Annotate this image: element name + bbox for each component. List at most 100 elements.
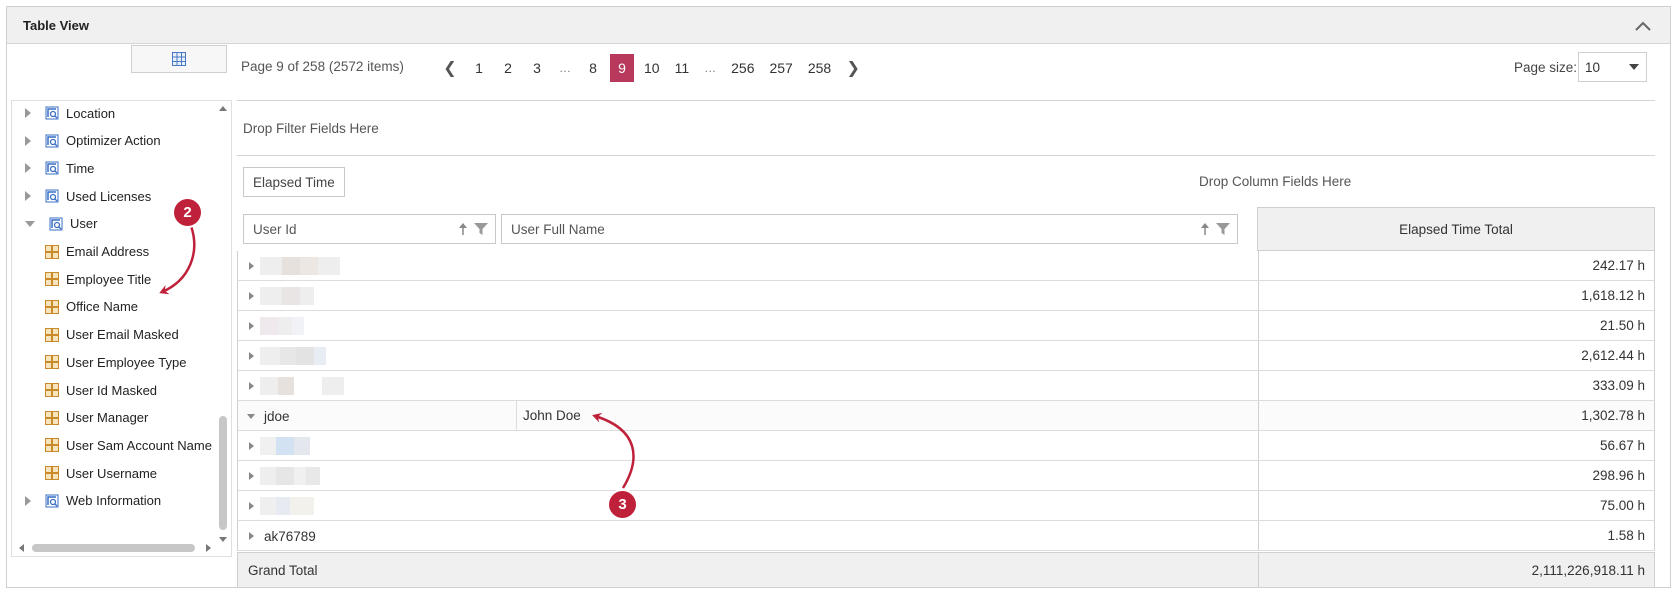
tree-item-user-id-masked[interactable]: User Id Masked bbox=[12, 379, 157, 401]
tree-item-label: User Email Masked bbox=[66, 327, 179, 343]
pager-current-page[interactable]: 9 bbox=[610, 54, 634, 82]
row-elapsed-time-value: 333.09 h bbox=[1258, 371, 1656, 400]
filter-drop-area[interactable]: Drop Filter Fields Here bbox=[237, 100, 1655, 156]
pager-page-3[interactable]: 3 bbox=[525, 54, 549, 82]
row-elapsed-time-value: 1.58 h bbox=[1258, 521, 1656, 550]
row-field-user-id[interactable]: User Id bbox=[243, 214, 496, 244]
pager-ellipsis: … bbox=[704, 61, 717, 75]
expand-icon[interactable] bbox=[25, 135, 31, 146]
row-expand-icon[interactable] bbox=[249, 352, 254, 360]
sort-ascending-icon[interactable] bbox=[1200, 222, 1210, 236]
redacted-value bbox=[260, 257, 340, 275]
tree-item-user-email-masked[interactable]: User Email Masked bbox=[12, 324, 179, 346]
expand-icon[interactable] bbox=[25, 163, 31, 174]
tree-item-user-username[interactable]: User Username bbox=[12, 462, 157, 484]
grand-total-value: 2,111,226,918.11 h bbox=[1258, 553, 1655, 587]
tree-item-user-manager[interactable]: User Manager bbox=[12, 407, 148, 429]
row-expand-icon[interactable] bbox=[249, 262, 254, 270]
table-row[interactable]: 298.96 h bbox=[237, 461, 1655, 491]
attribute-icon bbox=[45, 272, 59, 287]
tree-item-label: Office Name bbox=[66, 299, 139, 315]
row-expand-icon[interactable] bbox=[249, 442, 254, 450]
tree-vertical-scrollbar[interactable] bbox=[217, 103, 229, 542]
table-row[interactable]: ak76789 1.58 h bbox=[237, 521, 1655, 551]
prev-page-button[interactable]: ❮ bbox=[438, 54, 462, 82]
scroll-up-icon[interactable] bbox=[217, 103, 229, 113]
page-size-select[interactable]: 10 bbox=[1578, 52, 1647, 82]
tree-item-time[interactable]: Time bbox=[12, 157, 94, 179]
row-elapsed-time-value: 1,618.12 h bbox=[1258, 281, 1656, 310]
field-tree: Location Optimizer Action Time Used License… bbox=[11, 100, 232, 557]
row-expand-icon[interactable] bbox=[249, 472, 254, 480]
table-row[interactable]: 333.09 h bbox=[237, 371, 1655, 401]
page-size-value: 10 bbox=[1585, 60, 1601, 75]
filter-icon[interactable] bbox=[473, 222, 489, 236]
row-expand-icon[interactable] bbox=[249, 322, 254, 330]
expand-icon[interactable] bbox=[25, 495, 31, 506]
data-header-elapsed-time-total[interactable]: Elapsed Time Total bbox=[1257, 207, 1655, 251]
attribute-icon bbox=[45, 355, 59, 370]
field-chooser-button[interactable] bbox=[131, 45, 227, 73]
tree-item-optimizer-action[interactable]: Optimizer Action bbox=[12, 130, 161, 152]
table-row[interactable]: 75.00 h bbox=[237, 491, 1655, 521]
table-row[interactable]: 21.50 h bbox=[237, 311, 1655, 341]
scroll-thumb[interactable] bbox=[219, 416, 227, 530]
tree-item-label: Used Licenses bbox=[66, 188, 152, 204]
row-expand-icon[interactable] bbox=[249, 502, 254, 510]
pager-page-258[interactable]: 258 bbox=[803, 54, 836, 82]
next-page-button[interactable]: ❯ bbox=[841, 54, 865, 82]
row-expand-icon[interactable] bbox=[249, 382, 254, 390]
redacted-value bbox=[260, 497, 314, 515]
tree-item-location[interactable]: Location bbox=[12, 102, 115, 124]
scroll-left-icon[interactable] bbox=[16, 541, 26, 555]
collapse-tree-icon[interactable] bbox=[25, 220, 35, 227]
attribute-icon bbox=[45, 327, 59, 342]
pager-page-257[interactable]: 257 bbox=[764, 54, 797, 82]
scroll-right-icon[interactable] bbox=[204, 541, 214, 555]
tree-item-used-licenses[interactable]: Used Licenses bbox=[12, 185, 151, 207]
row-collapse-icon[interactable] bbox=[247, 414, 255, 419]
scroll-down-icon[interactable] bbox=[217, 535, 229, 545]
row-user-id: ak76789 bbox=[264, 529, 316, 544]
callout-badge-3: 3 bbox=[609, 491, 636, 518]
expand-icon[interactable] bbox=[25, 191, 31, 202]
tree-item-label: User Sam Account Name bbox=[66, 437, 212, 453]
chevron-down-icon bbox=[1629, 64, 1639, 70]
field-list-icon bbox=[172, 52, 186, 66]
tree-item-label: Optimizer Action bbox=[66, 133, 161, 149]
expand-icon[interactable] bbox=[25, 108, 31, 118]
row-expand-icon[interactable] bbox=[249, 292, 254, 300]
filter-icon[interactable] bbox=[1215, 222, 1231, 236]
row-elapsed-time-value: 75.00 h bbox=[1258, 491, 1656, 520]
attribute-icon bbox=[45, 383, 59, 397]
pager-page-2[interactable]: 2 bbox=[496, 54, 520, 82]
scroll-thumb[interactable] bbox=[32, 544, 195, 552]
pager-page-8[interactable]: 8 bbox=[581, 54, 605, 82]
pager-page-1[interactable]: 1 bbox=[467, 54, 491, 82]
table-row[interactable]: jdoe John Doe 1,302.78 h bbox=[237, 401, 1655, 431]
attribute-icon bbox=[45, 244, 59, 259]
tree-item-user[interactable]: User bbox=[12, 213, 97, 235]
pager-page-11[interactable]: 11 bbox=[670, 54, 695, 82]
attribute-icon bbox=[45, 410, 59, 425]
row-elapsed-time-value: 1,302.78 h bbox=[1258, 401, 1656, 430]
tree-item-email-address[interactable]: Email Address bbox=[12, 241, 149, 263]
tree-item-office-name[interactable]: Office Name bbox=[12, 296, 138, 318]
tree-item-user-sam-account-name[interactable]: User Sam Account Name bbox=[12, 434, 212, 456]
collapse-icon[interactable] bbox=[1634, 19, 1652, 33]
row-field-label: User Full Name bbox=[511, 221, 605, 237]
tree-item-web-information[interactable]: Web Information bbox=[12, 490, 161, 512]
row-expand-icon[interactable] bbox=[249, 532, 254, 540]
pager-page-10[interactable]: 10 bbox=[639, 54, 665, 82]
tree-item-user-employee-type[interactable]: User Employee Type bbox=[12, 351, 186, 373]
pager-page-256[interactable]: 256 bbox=[726, 54, 759, 82]
tree-horizontal-scrollbar[interactable] bbox=[14, 541, 214, 555]
tree-item-employee-title[interactable]: Employee Title bbox=[12, 268, 151, 290]
sort-ascending-icon[interactable] bbox=[458, 222, 468, 236]
table-row[interactable]: 56.67 h bbox=[237, 431, 1655, 461]
row-field-user-full-name[interactable]: User Full Name bbox=[501, 214, 1238, 244]
table-row[interactable]: 1,618.12 h bbox=[237, 281, 1655, 311]
data-field-elapsed-time[interactable]: Elapsed Time bbox=[243, 167, 345, 197]
table-row[interactable]: 2,612.44 h bbox=[237, 341, 1655, 371]
table-row[interactable]: 242.17 h bbox=[237, 251, 1655, 281]
